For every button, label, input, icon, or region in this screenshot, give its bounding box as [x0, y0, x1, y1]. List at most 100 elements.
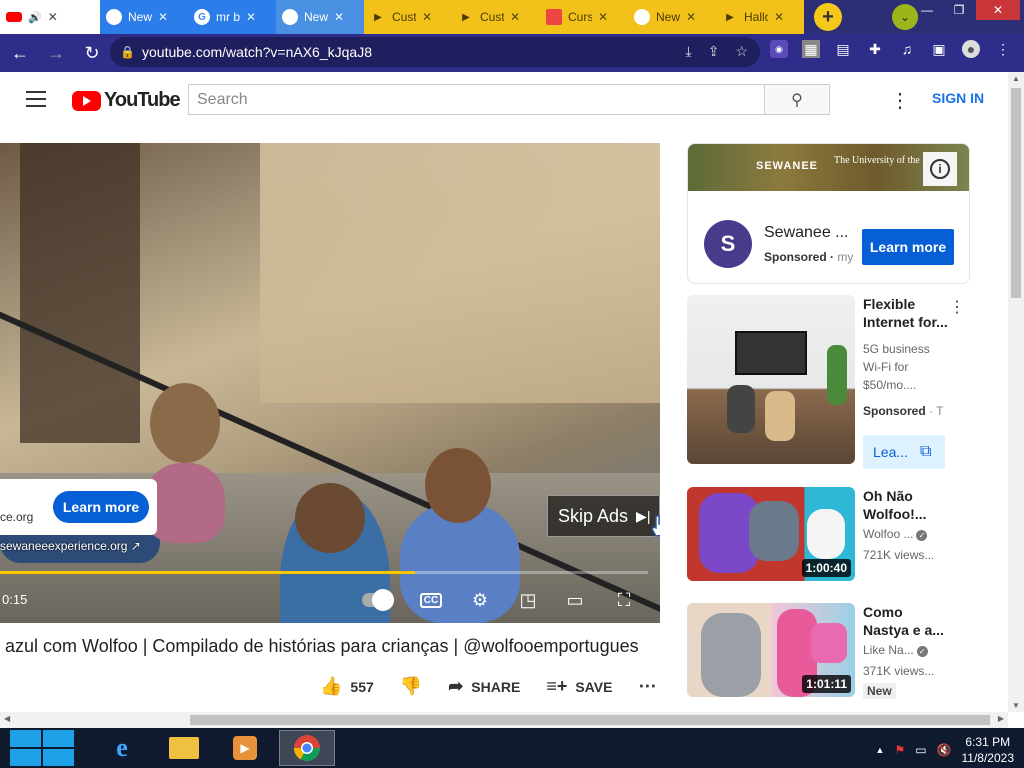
- dislike-button[interactable]: 👎: [400, 676, 422, 697]
- info-button[interactable]: i: [923, 152, 957, 186]
- back-icon[interactable]: ←: [4, 37, 36, 69]
- close-tab-icon[interactable]: ✕: [48, 10, 58, 24]
- save-label: SAVE: [575, 678, 613, 695]
- address-bar[interactable]: 🔒 youtube.com/watch?v=nAX6_kJqaJ8 ⤓ ⇪ ☆: [110, 37, 760, 67]
- tab-title: mr b: [216, 10, 240, 24]
- scroll-down-icon[interactable]: ▼: [1012, 701, 1020, 710]
- chrome-taskbar-icon[interactable]: [279, 730, 335, 766]
- tab-google[interactable]: G mr b ✕: [188, 0, 276, 34]
- video-thumbnail[interactable]: [687, 295, 855, 464]
- tab-strip: 🔊 ✕ New Tab ✕ G mr b ✕ New Tab ✕ ▶ Cust …: [0, 0, 1024, 34]
- item-menu-icon[interactable]: ⋮: [949, 297, 965, 317]
- tab-new-2[interactable]: New Tab ✕: [276, 0, 364, 34]
- sponsored-card[interactable]: SEWANEE The University of the South i S …: [687, 143, 970, 284]
- scrollbar-thumb[interactable]: [1011, 88, 1021, 298]
- media-icon[interactable]: ♫: [898, 40, 916, 58]
- video-thumbnail[interactable]: 1:00:40: [687, 487, 855, 581]
- extension-icon[interactable]: ◉: [770, 40, 788, 58]
- close-window-icon[interactable]: ✕: [976, 0, 1020, 20]
- horizontal-scrollbar[interactable]: ◀ ▶: [0, 712, 1008, 728]
- star-icon[interactable]: ☆: [735, 43, 748, 60]
- windows-taskbar: e ▶ ▲ ⚑ ▭ 🔇 6:31 PM 11/8/2023: [0, 728, 1024, 768]
- item-title[interactable]: Flexible Internet for...: [863, 295, 948, 331]
- list-item[interactable]: 1:00:40 Oh Não Wolfoo!... Wolfoo ... ✓ 72…: [687, 487, 987, 587]
- network-icon[interactable]: ▭: [915, 743, 926, 757]
- puzzle-icon[interactable]: ✚: [866, 40, 884, 58]
- scrollbar-thumb[interactable]: [190, 715, 990, 725]
- video-thumbnail[interactable]: 1:01:11: [687, 603, 855, 697]
- verified-icon: ✓: [916, 530, 928, 541]
- close-tab-icon[interactable]: ✕: [686, 10, 696, 24]
- tab-new-3[interactable]: New Tab ✕: [628, 0, 716, 34]
- list-item[interactable]: Flexible Internet for... ⋮ 5G business W…: [687, 295, 987, 475]
- sign-in-button[interactable]: SIGN IN: [932, 90, 984, 106]
- captions-icon[interactable]: CC: [416, 587, 446, 613]
- close-tab-icon[interactable]: ✕: [334, 10, 344, 24]
- sidepanel-icon[interactable]: ▣: [930, 40, 948, 58]
- close-tab-icon[interactable]: ✕: [510, 10, 520, 24]
- reload-icon[interactable]: ↻: [76, 37, 108, 69]
- scroll-right-icon[interactable]: ▶: [998, 714, 1004, 723]
- windows-start-icon[interactable]: [8, 730, 76, 766]
- forward-icon[interactable]: →: [40, 37, 72, 69]
- tab-cust-1[interactable]: ▶ Cust ✕: [364, 0, 452, 34]
- tab-new-1[interactable]: New Tab ✕: [100, 0, 188, 34]
- vertical-scrollbar[interactable]: ▲ ▼: [1008, 72, 1024, 712]
- video-player[interactable]: ce.org Learn more sewaneeexperience.org …: [0, 143, 660, 623]
- close-tab-icon[interactable]: ✕: [246, 10, 256, 24]
- scroll-up-icon[interactable]: ▲: [1012, 74, 1020, 83]
- more-options-icon[interactable]: ⋮: [890, 88, 910, 113]
- close-tab-icon[interactable]: ✕: [774, 10, 784, 24]
- miniplayer-icon[interactable]: ◳: [513, 587, 543, 613]
- tab-title: Hallo: [744, 10, 768, 24]
- extension-icon[interactable]: ▦: [802, 40, 820, 58]
- more-actions-icon[interactable]: ⋯: [638, 676, 656, 697]
- share-button[interactable]: ➦ SHARE: [448, 676, 520, 697]
- search-button[interactable]: ⚲: [764, 84, 830, 115]
- menu-icon[interactable]: ⋮: [994, 40, 1012, 58]
- fullscreen-icon[interactable]: ⛶: [609, 587, 639, 613]
- item-learn-more-button[interactable]: Lea... ⧉: [863, 435, 945, 469]
- scroll-left-icon[interactable]: ◀: [4, 714, 10, 723]
- ad-url-link[interactable]: sewaneeexperience.org ↗: [0, 539, 141, 553]
- internet-explorer-icon[interactable]: e: [94, 730, 150, 766]
- show-hidden-icons-icon[interactable]: ▲: [876, 745, 885, 755]
- autoplay-toggle[interactable]: [362, 587, 394, 613]
- tab-youtube[interactable]: 🔊 ✕: [0, 0, 100, 34]
- flag-icon[interactable]: ⚑: [894, 743, 905, 757]
- new-tab-button[interactable]: +: [814, 3, 842, 31]
- item-title[interactable]: Oh Não Wolfoo!...: [863, 487, 948, 523]
- file-explorer-icon[interactable]: [156, 730, 212, 766]
- tab-cust-2[interactable]: ▶ Cust ✕: [452, 0, 540, 34]
- share-icon[interactable]: ⇪: [708, 43, 720, 60]
- list-item[interactable]: 1:01:11 Como Nastya e a... Like Na... ✓ 3…: [687, 603, 987, 703]
- close-tab-icon[interactable]: ✕: [158, 10, 168, 24]
- tab-hallo[interactable]: ▶ Hallo ✕: [716, 0, 804, 34]
- volume-muted-icon[interactable]: 🔇: [937, 743, 952, 757]
- reader-icon[interactable]: ▤: [834, 40, 852, 58]
- close-tab-icon[interactable]: ✕: [422, 10, 432, 24]
- close-tab-icon[interactable]: ✕: [598, 10, 608, 24]
- hamburger-icon[interactable]: [26, 91, 46, 107]
- backpack-shape: [811, 623, 847, 663]
- save-button[interactable]: ≡+ SAVE: [546, 676, 612, 697]
- restore-icon[interactable]: ❐: [944, 0, 974, 20]
- theater-mode-icon[interactable]: ▭: [560, 587, 590, 613]
- install-icon[interactable]: ⤓: [686, 43, 692, 60]
- media-player-icon[interactable]: ▶: [217, 730, 273, 766]
- like-button[interactable]: 👍 557: [320, 676, 374, 697]
- minimize-icon[interactable]: —: [912, 0, 942, 20]
- skip-label: Skip Ads: [558, 505, 629, 526]
- progress-bar[interactable]: [0, 571, 648, 574]
- ad-learn-more-button[interactable]: Learn more: [53, 491, 149, 523]
- settings-gear-icon[interactable]: ⚙: [465, 587, 495, 613]
- youtube-logo[interactable]: YouTube: [72, 89, 181, 112]
- avatar[interactable]: ●: [962, 40, 980, 58]
- skip-ads-button[interactable]: Skip Ads ▶|: [547, 495, 660, 537]
- video-actions: 👍 557 👎 ➦ SHARE ≡+ SAVE ⋯: [320, 676, 674, 697]
- sponsor-learn-more-button[interactable]: Learn more: [862, 229, 954, 265]
- tab-curs[interactable]: Curs ✕: [540, 0, 628, 34]
- clock[interactable]: 6:31 PM 11/8/2023: [962, 734, 1015, 766]
- item-title[interactable]: Como Nastya e a...: [863, 603, 948, 639]
- search-input[interactable]: Search: [188, 84, 765, 115]
